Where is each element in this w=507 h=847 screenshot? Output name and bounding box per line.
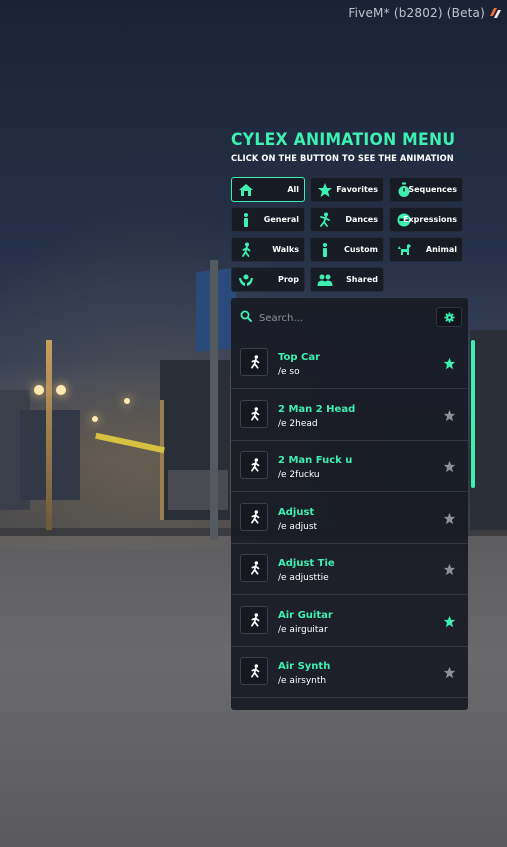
menu-subtitle: CLICK ON THE BUTTON TO SEE THE ANIMATION — [231, 154, 454, 164]
favorite-star-icon[interactable] — [443, 460, 456, 473]
animation-name: Adjust — [278, 506, 315, 518]
favorite-star-icon[interactable] — [443, 409, 456, 422]
category-expressions-button[interactable]: Expressions — [389, 207, 463, 232]
building — [0, 390, 30, 510]
category-label: Walks — [272, 245, 299, 254]
category-general-button[interactable]: General — [231, 207, 305, 232]
category-dances-button[interactable]: Dances — [310, 207, 384, 232]
category-shared-button[interactable]: Shared — [310, 267, 384, 292]
category-animal-button[interactable]: Animal — [389, 237, 463, 262]
person-icon — [323, 243, 327, 257]
category-label: Sequences — [408, 185, 457, 194]
hands-icon — [239, 274, 253, 286]
animation-command: /e so — [278, 367, 300, 377]
search-input[interactable] — [257, 308, 421, 328]
animation-icon-box — [240, 605, 268, 634]
lamp-light — [34, 385, 44, 395]
running-person-icon — [251, 406, 260, 421]
animation-menu: CYLEX ANIMATION MENU CLICK ON THE BUTTON… — [231, 130, 475, 710]
running-person-icon — [251, 664, 260, 678]
walking-icon — [242, 242, 251, 257]
favorite-star-icon[interactable] — [443, 563, 456, 576]
category-label: All — [287, 185, 299, 194]
animation-command: /e adjusttie — [278, 573, 329, 583]
animation-row[interactable]: Adjust Tie/e adjusttie — [231, 544, 468, 595]
animation-row[interactable]: Air Guitar/e airguitar — [231, 596, 468, 647]
running-person-icon — [251, 612, 260, 627]
menu-title: CYLEX ANIMATION MENU — [231, 130, 456, 150]
running-person-icon — [251, 355, 260, 369]
animation-icon-box — [240, 554, 268, 582]
dancer-icon — [320, 212, 330, 227]
category-favorites-button[interactable]: Favorites — [310, 177, 384, 202]
animation-row[interactable]: Air Synth/e airsynth — [231, 647, 468, 698]
storefront — [168, 470, 228, 510]
category-label: General — [263, 215, 299, 224]
barrier-arm — [95, 432, 165, 454]
search-bar — [231, 298, 468, 336]
gear-icon — [444, 312, 455, 323]
lamp-light — [92, 416, 98, 422]
billboard-pole — [210, 260, 218, 540]
building — [20, 410, 80, 500]
category-all-button[interactable]: All — [231, 177, 305, 202]
settings-button[interactable] — [436, 307, 462, 327]
category-label: Dances — [345, 215, 378, 224]
running-person-icon — [251, 458, 260, 472]
animation-icon-box — [240, 348, 268, 376]
star-icon — [318, 183, 332, 197]
animation-command: /e airguitar — [278, 624, 328, 635]
animation-icon-box — [240, 502, 268, 531]
animation-name: Top Car — [278, 352, 321, 363]
favorite-star-icon[interactable] — [443, 666, 456, 679]
animation-command: /e airsynth — [278, 676, 327, 686]
animation-list-panel: Top Car/e so2 Man 2 Head/e 2head2 Man Fu… — [231, 298, 468, 710]
window-title: FiveM* (b2802) (Beta) — [348, 6, 485, 20]
fivem-logo-icon — [490, 8, 501, 18]
favorite-star-icon[interactable] — [443, 615, 456, 628]
street-pole — [160, 400, 164, 520]
running-person-icon — [251, 509, 260, 524]
animation-command: /e adjust — [278, 521, 318, 532]
category-custom-button[interactable]: Custom — [310, 237, 384, 262]
category-walks-button[interactable]: Walks — [231, 237, 305, 262]
animation-row[interactable]: 2 Man 2 Head/e 2head — [231, 390, 468, 441]
search-icon — [240, 310, 252, 322]
category-sequences-button[interactable]: Sequences — [389, 177, 463, 202]
home-icon — [239, 184, 253, 196]
category-prop-button[interactable]: Prop — [231, 267, 305, 292]
favorite-star-icon[interactable] — [443, 357, 456, 370]
building — [160, 360, 230, 520]
favorite-star-icon[interactable] — [443, 512, 456, 525]
person-icon — [244, 213, 248, 227]
scrollbar-thumb[interactable] — [471, 340, 475, 488]
animation-name: Adjust Tie — [278, 558, 335, 569]
billboard — [196, 267, 236, 353]
category-label: Favorites — [336, 185, 378, 194]
animation-command: /e 2head — [278, 418, 318, 429]
category-label: Shared — [346, 275, 378, 284]
animation-name: 2 Man Fuck u — [278, 455, 353, 466]
animation-name: Air Synth — [278, 661, 331, 672]
lamp-light — [124, 398, 130, 404]
animation-name: 2 Man 2 Head — [278, 403, 356, 415]
running-person-icon — [251, 561, 260, 575]
category-label: Prop — [277, 275, 299, 284]
building — [470, 330, 507, 530]
animation-icon-box — [240, 657, 268, 685]
category-label: Expressions — [403, 215, 457, 224]
people-icon — [317, 274, 333, 286]
animation-icon-box — [240, 399, 268, 428]
animation-row[interactable]: Adjust/e adjust — [231, 493, 468, 544]
animation-icon-box — [240, 451, 268, 479]
lamp-light — [56, 385, 66, 395]
animation-name: Air Guitar — [278, 609, 333, 621]
category-label: Custom — [344, 245, 378, 254]
dog-icon — [398, 244, 411, 255]
animation-command: /e 2fucku — [278, 470, 320, 480]
category-label: Animal — [425, 245, 457, 254]
lamp-post — [46, 340, 52, 530]
animation-row[interactable]: 2 Man Fuck u/e 2fucku — [231, 441, 468, 492]
animation-row[interactable]: Top Car/e so — [231, 338, 468, 389]
